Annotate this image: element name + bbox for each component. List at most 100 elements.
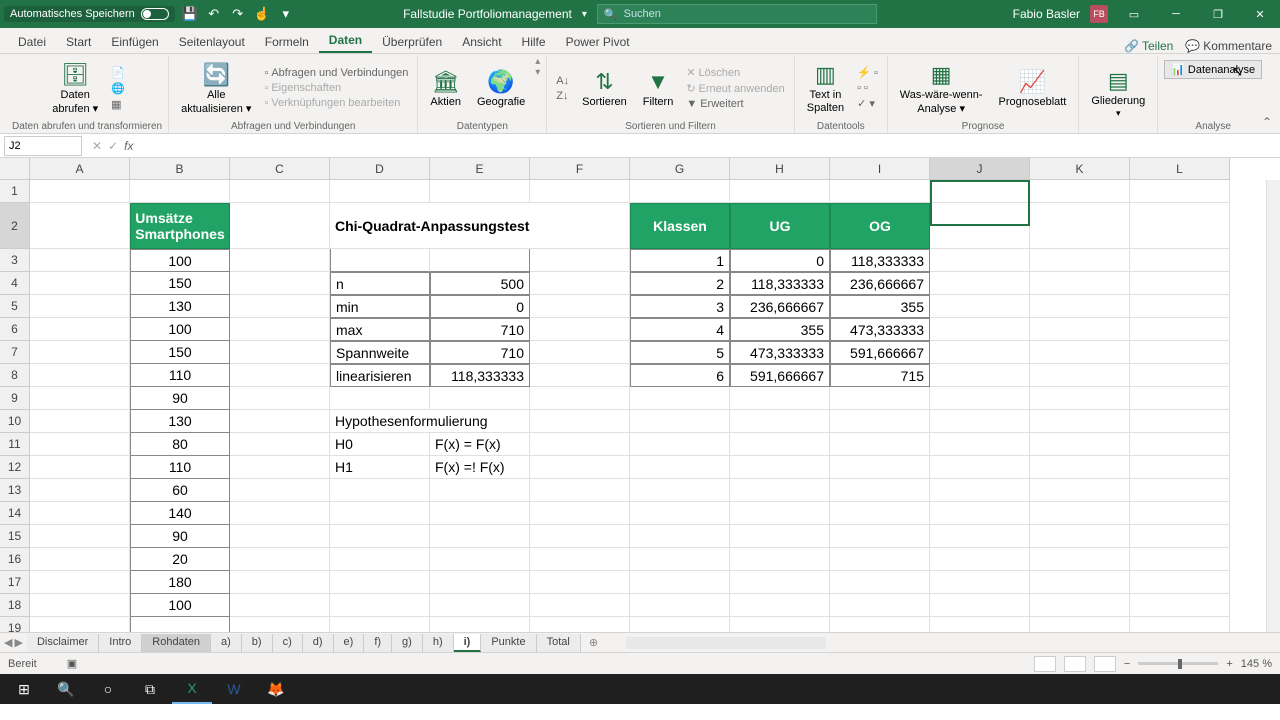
column-header-B[interactable]: B (130, 158, 230, 180)
cell[interactable] (930, 479, 1030, 502)
cell[interactable]: 118,333333 (830, 249, 930, 272)
cell[interactable]: 20 (130, 548, 230, 571)
outline-button[interactable]: ▤Gliederung▾ (1085, 66, 1151, 121)
from-table-icon[interactable]: ▦ (108, 97, 128, 112)
maximize-button[interactable]: ❐ (1202, 0, 1234, 28)
cell[interactable]: 130 (130, 295, 230, 318)
cell[interactable]: 60 (130, 479, 230, 502)
cell[interactable] (1130, 203, 1230, 249)
qat-more-icon[interactable]: ▾ (277, 5, 295, 23)
cell[interactable] (730, 571, 830, 594)
column-header-K[interactable]: K (1030, 158, 1130, 180)
cell[interactable] (30, 433, 130, 456)
cell[interactable] (930, 571, 1030, 594)
taskbar-search-icon[interactable]: 🔍 (46, 674, 86, 704)
cell[interactable] (930, 180, 1030, 203)
cell[interactable] (930, 295, 1030, 318)
sheet-tab-Disclaimer[interactable]: Disclaimer (27, 634, 99, 652)
column-header-H[interactable]: H (730, 158, 830, 180)
cell[interactable] (30, 364, 130, 387)
filter-button[interactable]: ▼Filtern (637, 67, 680, 110)
cell[interactable]: 80 (130, 433, 230, 456)
cell[interactable] (1130, 341, 1230, 364)
cell[interactable]: 710 (430, 318, 530, 341)
cell[interactable] (1130, 318, 1230, 341)
sort-button[interactable]: ⇅Sortieren (576, 67, 633, 110)
cell[interactable] (30, 479, 130, 502)
cell[interactable]: F(x) =! F(x) (430, 456, 530, 479)
column-header-D[interactable]: D (330, 158, 430, 180)
cell[interactable] (530, 341, 630, 364)
cell[interactable] (730, 479, 830, 502)
cell[interactable] (730, 180, 830, 203)
horizontal-scrollbar[interactable] (626, 637, 826, 649)
macro-record-icon[interactable]: ▣ (67, 657, 77, 670)
column-header-J[interactable]: J (930, 158, 1030, 180)
sheet-tab-i[interactable]: i) (454, 634, 482, 652)
cell[interactable] (230, 364, 330, 387)
cell[interactable] (630, 479, 730, 502)
cell[interactable] (930, 548, 1030, 571)
row-header-3[interactable]: 3 (0, 249, 30, 272)
tab-start[interactable]: Start (56, 31, 101, 53)
autosave-toggle[interactable]: Automatisches Speichern (4, 6, 175, 22)
cell[interactable] (1030, 341, 1130, 364)
cell[interactable] (30, 525, 130, 548)
cell[interactable] (30, 203, 130, 249)
cell[interactable]: 0 (730, 249, 830, 272)
cell[interactable] (1030, 617, 1130, 632)
cell[interactable] (1030, 410, 1130, 433)
cell[interactable] (1030, 387, 1130, 410)
row-header-17[interactable]: 17 (0, 571, 30, 594)
vertical-scrollbar[interactable] (1266, 180, 1280, 632)
cell[interactable] (730, 594, 830, 617)
formula-input[interactable] (139, 136, 1280, 156)
cell[interactable] (30, 387, 130, 410)
cell[interactable] (930, 502, 1030, 525)
cell[interactable] (630, 594, 730, 617)
sheet-tab-Punkte[interactable]: Punkte (481, 634, 536, 652)
cell[interactable] (530, 594, 630, 617)
taskbar-excel-icon[interactable]: X (172, 674, 212, 704)
start-button[interactable]: ⊞ (4, 674, 44, 704)
cell[interactable] (530, 387, 630, 410)
cell[interactable] (930, 272, 1030, 295)
cell[interactable] (930, 318, 1030, 341)
cell[interactable] (330, 525, 430, 548)
cell[interactable] (730, 617, 830, 632)
cell[interactable]: max (330, 318, 430, 341)
cell[interactable] (330, 502, 430, 525)
tab-einfuegen[interactable]: Einfügen (101, 31, 168, 53)
cell[interactable] (530, 272, 630, 295)
undo-icon[interactable]: ↶ (205, 5, 223, 23)
tab-formeln[interactable]: Formeln (255, 31, 319, 53)
cell[interactable]: 110 (130, 364, 230, 387)
close-button[interactable]: ✕ (1244, 0, 1276, 28)
cell[interactable]: 0 (430, 295, 530, 318)
cell[interactable] (1030, 548, 1130, 571)
cell[interactable] (330, 387, 430, 410)
cell[interactable] (330, 479, 430, 502)
from-web-icon[interactable]: 🌐 (108, 81, 128, 96)
cell[interactable]: 236,666667 (830, 272, 930, 295)
cell[interactable]: 180 (130, 571, 230, 594)
cell[interactable] (30, 456, 130, 479)
cell[interactable]: 355 (730, 318, 830, 341)
cell[interactable]: Klassen (630, 203, 730, 249)
cell[interactable] (30, 410, 130, 433)
refresh-all-button[interactable]: 🔄Alleaktualisieren ▾ (175, 60, 257, 117)
save-icon[interactable]: 💾 (181, 5, 199, 23)
cell[interactable] (930, 341, 1030, 364)
data-analysis-button[interactable]: 📊 Datenanalyse ↖ (1164, 60, 1262, 79)
cell[interactable] (1130, 249, 1230, 272)
cell[interactable] (1030, 249, 1130, 272)
cell[interactable] (830, 502, 930, 525)
what-if-button[interactable]: ▦Was-wäre-wenn-Analyse ▾ (894, 60, 989, 117)
cell[interactable] (1030, 594, 1130, 617)
cell[interactable]: 140 (130, 502, 230, 525)
cell[interactable] (830, 433, 930, 456)
cell[interactable]: 90 (130, 387, 230, 410)
cell[interactable] (430, 617, 530, 632)
page-break-view-button[interactable] (1094, 656, 1116, 672)
column-header-L[interactable]: L (1130, 158, 1230, 180)
